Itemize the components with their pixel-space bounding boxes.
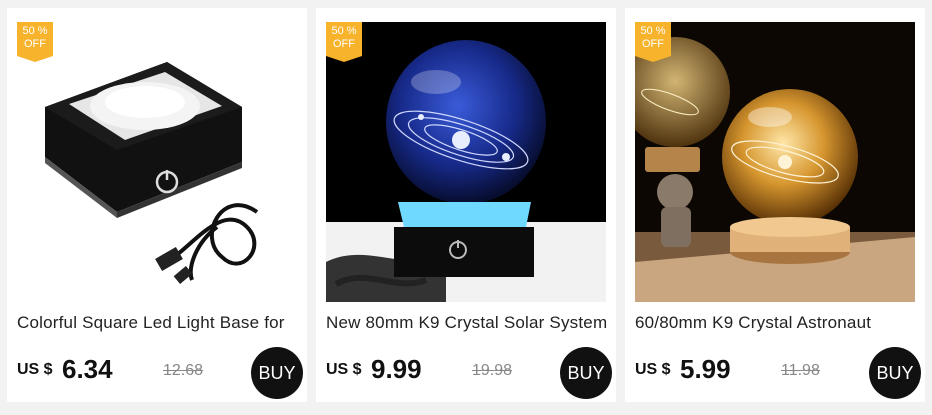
product-card[interactable]: 50 % OFF New 80mm K9 Crystal Solar Syste… [316,8,616,402]
price-row: US $ 5.99 11.98 BUY [635,347,921,399]
product-grid: 50 % OFF Colorful Square Led Light Base … [0,0,932,415]
original-price: 12.68 [163,362,204,379]
product-title[interactable]: New 80mm K9 Crystal Solar System [326,313,610,333]
crystal-ball-blue-image [326,22,606,302]
current-price: 5.99 [680,354,731,384]
product-card[interactable]: 50 % OFF Colorful Square Led Light Base … [7,8,307,402]
discount-badge: 50 % OFF [17,22,53,62]
price-row: US $ 6.34 12.68 BUY [17,347,303,399]
product-image-crystal-astronaut[interactable] [635,22,915,302]
product-title[interactable]: 60/80mm K9 Crystal Astronaut [635,313,919,333]
original-price: 11.98 [781,362,820,379]
product-image-crystal-solar-system[interactable] [326,22,606,302]
original-price: 19.98 [472,362,513,379]
discount-badge: 50 % OFF [326,22,362,62]
currency-prefix: US $ [635,361,671,378]
product-image-led-base[interactable] [17,22,297,302]
buy-button[interactable]: BUY [251,347,303,399]
led-light-base-image [17,22,297,302]
currency-prefix: US $ [17,361,53,378]
current-price: 9.99 [371,354,422,384]
product-card[interactable]: 50 % OFF 60/80mm K9 Crystal Astronaut US… [625,8,925,402]
current-price: 6.34 [62,354,113,384]
discount-badge: 50 % OFF [635,22,671,62]
buy-button[interactable]: BUY [869,347,921,399]
buy-button[interactable]: BUY [560,347,612,399]
product-title[interactable]: Colorful Square Led Light Base for [17,313,301,333]
currency-prefix: US $ [326,361,362,378]
crystal-ball-warm-image [635,22,915,302]
price-row: US $ 9.99 19.98 BUY [326,347,612,399]
